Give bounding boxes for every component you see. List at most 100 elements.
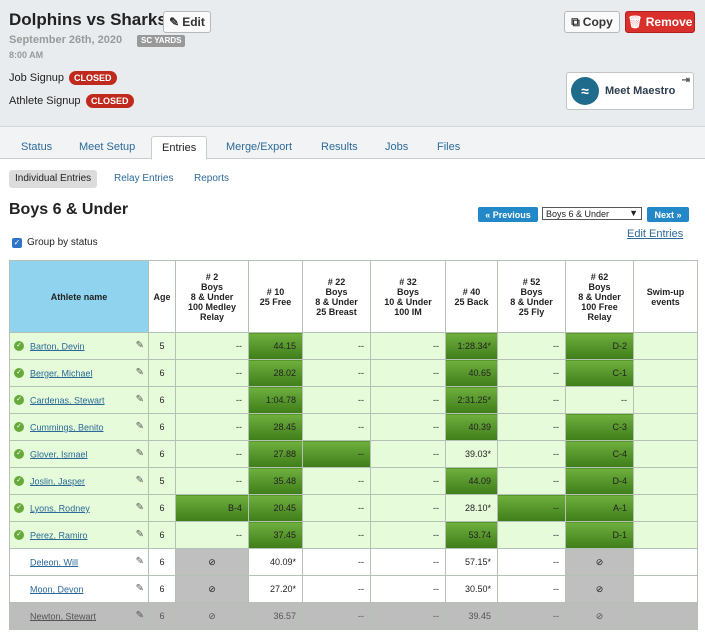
pencil-icon[interactable]: ✎ (136, 421, 144, 432)
entry-cell[interactable]: -- (497, 494, 566, 522)
entry-cell[interactable]: -- (497, 386, 566, 414)
entry-cell[interactable]: D-1 (565, 521, 634, 549)
athlete-name-link[interactable]: Newton, Stewart (30, 611, 96, 621)
entry-cell[interactable] (633, 332, 698, 360)
pencil-icon[interactable]: ✎ (136, 340, 144, 351)
not-allowed-icon[interactable]: ⊘ (565, 548, 634, 576)
entry-cell[interactable]: -- (565, 386, 634, 414)
entry-cell[interactable]: -- (370, 440, 446, 468)
next-event-button[interactable]: Next » (647, 207, 689, 222)
subtab-reports[interactable]: Reports (194, 170, 229, 188)
entry-cell[interactable]: -- (302, 548, 371, 576)
not-allowed-icon[interactable]: ⊘ (565, 575, 634, 603)
pencil-icon[interactable]: ✎ (136, 529, 144, 540)
entry-cell[interactable]: -- (497, 521, 566, 549)
entry-cell[interactable]: -- (497, 332, 566, 360)
entry-cell[interactable]: -- (497, 602, 566, 630)
entry-cell[interactable]: -- (497, 575, 566, 603)
entry-cell[interactable]: D-2 (565, 332, 634, 360)
entry-cell[interactable] (633, 548, 698, 576)
entry-cell[interactable]: -- (175, 467, 249, 495)
tab-meet-setup[interactable]: Meet Setup (69, 137, 145, 159)
entry-cell[interactable]: -- (497, 467, 566, 495)
not-allowed-icon[interactable]: ⊘ (175, 602, 249, 630)
entry-cell[interactable] (633, 494, 698, 522)
remove-meet-button[interactable]: 🗑 Remove (625, 11, 695, 33)
entry-cell[interactable]: -- (175, 413, 249, 441)
entry-cell[interactable]: -- (497, 440, 566, 468)
entry-cell[interactable]: 44.15 (248, 332, 303, 360)
athlete-name-link[interactable]: Perez, Ramiro (30, 530, 88, 540)
entry-cell[interactable]: -- (370, 494, 446, 522)
entry-cell[interactable]: -- (370, 332, 446, 360)
entry-cell[interactable]: 27.20* (248, 575, 303, 603)
entry-cell[interactable]: 30.50* (445, 575, 498, 603)
entry-cell[interactable]: 53.74 (445, 521, 498, 549)
entry-cell[interactable]: -- (370, 548, 446, 576)
entry-cell[interactable]: -- (370, 467, 446, 495)
edit-entries-link[interactable]: Edit Entries (627, 228, 683, 240)
subtab-relay-entries[interactable]: Relay Entries (114, 170, 173, 188)
entry-cell[interactable]: 37.45 (248, 521, 303, 549)
entry-cell[interactable] (633, 413, 698, 441)
pencil-icon[interactable]: ✎ (136, 448, 144, 459)
pencil-icon[interactable]: ✎ (136, 610, 144, 621)
entry-cell[interactable]: -- (175, 386, 249, 414)
entry-cell[interactable]: D-4 (565, 467, 634, 495)
entry-cell[interactable]: C-1 (565, 359, 634, 387)
previous-event-button[interactable]: « Previous (478, 207, 538, 222)
entry-cell[interactable]: -- (175, 332, 249, 360)
athlete-name-link[interactable]: Moon, Devon (30, 584, 84, 594)
entry-cell[interactable]: -- (302, 575, 371, 603)
tab-status[interactable]: Status (11, 137, 62, 159)
entry-cell[interactable]: 28.02 (248, 359, 303, 387)
entry-cell[interactable]: C-4 (565, 440, 634, 468)
entry-cell[interactable]: -- (302, 602, 371, 630)
entry-cell[interactable] (633, 467, 698, 495)
entry-cell[interactable] (633, 602, 698, 630)
entry-cell[interactable]: -- (497, 548, 566, 576)
meet-maestro-button[interactable]: ≈ Meet Maestro ⇥ (566, 72, 694, 110)
entry-cell[interactable] (633, 359, 698, 387)
entry-cell[interactable]: -- (370, 602, 446, 630)
entry-cell[interactable]: 1:04.78 (248, 386, 303, 414)
entry-cell[interactable] (633, 575, 698, 603)
entry-cell[interactable]: 40.39 (445, 413, 498, 441)
entry-cell[interactable]: -- (497, 413, 566, 441)
entry-cell[interactable]: 2:31.25* (445, 386, 498, 414)
edit-meet-button[interactable]: ✎ Edit (163, 11, 211, 33)
entry-cell[interactable]: 1:28.34* (445, 332, 498, 360)
entry-cell[interactable]: -- (302, 359, 371, 387)
entry-cell[interactable]: 57.15* (445, 548, 498, 576)
entry-cell[interactable]: 36.57 (248, 602, 303, 630)
tab-entries[interactable]: Entries (151, 136, 208, 160)
entry-cell[interactable]: 20.45 (248, 494, 303, 522)
entry-cell[interactable]: 40.65 (445, 359, 498, 387)
athlete-name-link[interactable]: Joslin, Jasper (30, 476, 85, 486)
entry-cell[interactable]: 35.48 (248, 467, 303, 495)
entry-cell[interactable] (633, 440, 698, 468)
athlete-name-link[interactable]: Cardenas, Stewart (30, 395, 105, 405)
entry-cell[interactable]: C-3 (565, 413, 634, 441)
entry-cell[interactable]: A-1 (565, 494, 634, 522)
entry-cell[interactable]: -- (175, 521, 249, 549)
entry-cell[interactable]: -- (302, 413, 371, 441)
pencil-icon[interactable]: ✎ (136, 394, 144, 405)
tab-merge-export[interactable]: Merge/Export (216, 137, 302, 159)
entry-cell[interactable]: -- (302, 494, 371, 522)
entry-cell[interactable]: -- (302, 386, 371, 414)
pencil-icon[interactable]: ✎ (136, 583, 144, 594)
entry-cell[interactable]: 44.09 (445, 467, 498, 495)
entry-cell[interactable]: -- (175, 440, 249, 468)
entry-cell[interactable]: B-4 (175, 494, 249, 522)
entry-cell[interactable]: -- (370, 386, 446, 414)
athlete-name-link[interactable]: Barton, Devin (30, 341, 85, 351)
entry-cell[interactable]: -- (370, 575, 446, 603)
entry-cell[interactable]: -- (370, 359, 446, 387)
entry-cell[interactable]: -- (370, 413, 446, 441)
entry-cell[interactable]: 39.45 (445, 602, 498, 630)
entry-cell[interactable]: -- (370, 521, 446, 549)
entry-cell[interactable]: 28.10* (445, 494, 498, 522)
pencil-icon[interactable]: ✎ (136, 367, 144, 378)
athlete-name-link[interactable]: Berger, Michael (30, 368, 93, 378)
